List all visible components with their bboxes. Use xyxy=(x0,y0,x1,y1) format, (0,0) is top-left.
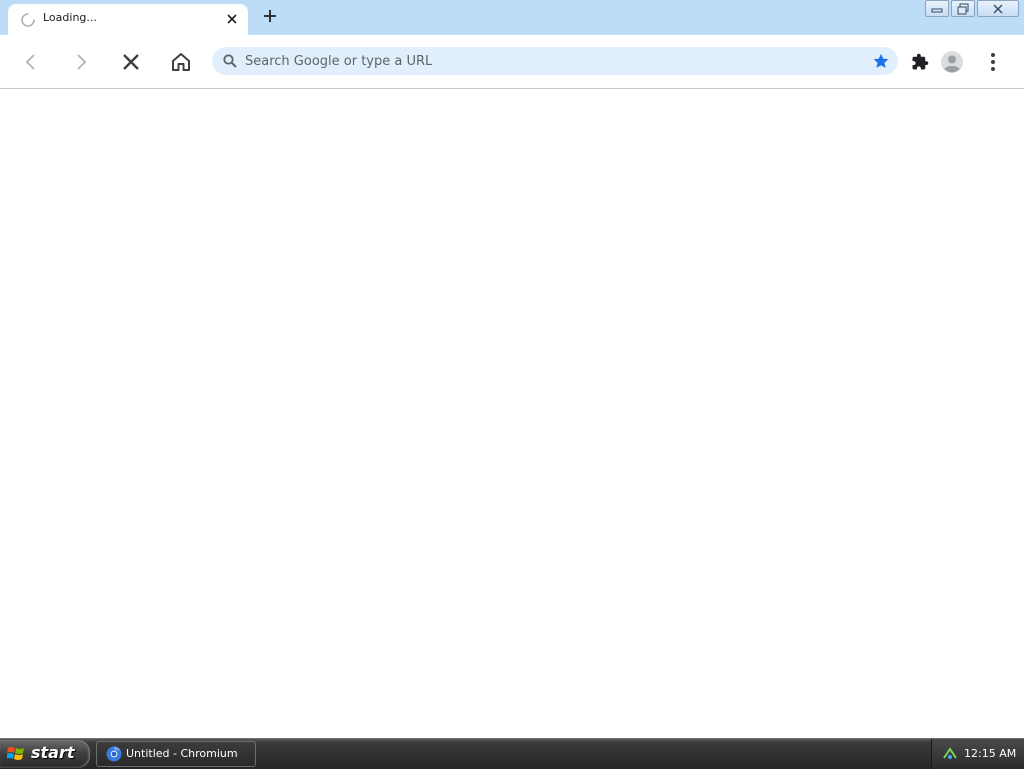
omnibox[interactable] xyxy=(212,47,898,75)
chromium-icon xyxy=(106,746,122,762)
close-window-button[interactable] xyxy=(977,0,1019,17)
tab-title: Loading... xyxy=(43,11,97,24)
page-content[interactable] xyxy=(0,89,1024,738)
plus-icon xyxy=(263,8,277,27)
menu-button[interactable] xyxy=(979,48,1007,76)
close-icon xyxy=(993,4,1003,13)
taskbar-item-chromium[interactable]: Untitled - Chromium xyxy=(96,741,256,767)
back-button[interactable] xyxy=(17,48,45,76)
taskbar: start Untitled - Chromium 12:15 AM xyxy=(0,738,1024,769)
puzzle-icon xyxy=(912,53,929,70)
window-controls xyxy=(925,0,1019,17)
bookmark-star-icon[interactable] xyxy=(872,52,890,70)
start-label: start xyxy=(31,743,75,762)
profile-button[interactable] xyxy=(938,48,966,76)
browser-toolbar xyxy=(0,35,1024,89)
restore-icon xyxy=(957,3,969,14)
windows-flag-icon xyxy=(6,746,25,762)
start-button[interactable]: start xyxy=(0,740,90,768)
system-tray: 12:15 AM xyxy=(931,739,1024,769)
forward-button[interactable] xyxy=(67,48,95,76)
tab-close-icon[interactable] xyxy=(224,11,240,27)
clock[interactable]: 12:15 AM xyxy=(964,747,1016,760)
taskbar-item-label: Untitled - Chromium xyxy=(126,747,238,760)
stop-icon xyxy=(123,54,139,70)
kebab-menu-icon xyxy=(991,53,995,71)
minimize-icon xyxy=(931,8,943,12)
home-icon xyxy=(172,53,190,71)
network-icon[interactable] xyxy=(942,746,958,762)
tab-loading[interactable]: Loading... xyxy=(8,4,248,35)
back-arrow-icon xyxy=(25,54,35,70)
extensions-button[interactable] xyxy=(906,48,934,76)
search-icon xyxy=(222,53,238,69)
home-button[interactable] xyxy=(167,48,195,76)
restore-button[interactable] xyxy=(951,0,975,17)
loading-spinner-icon xyxy=(20,12,36,28)
new-tab-button[interactable] xyxy=(260,7,280,27)
avatar-icon xyxy=(941,51,963,73)
forward-arrow-icon xyxy=(77,54,87,70)
tab-strip: Loading... xyxy=(0,0,1024,35)
stop-loading-button[interactable] xyxy=(117,48,145,76)
minimize-button[interactable] xyxy=(925,0,949,17)
address-input[interactable] xyxy=(245,51,855,71)
